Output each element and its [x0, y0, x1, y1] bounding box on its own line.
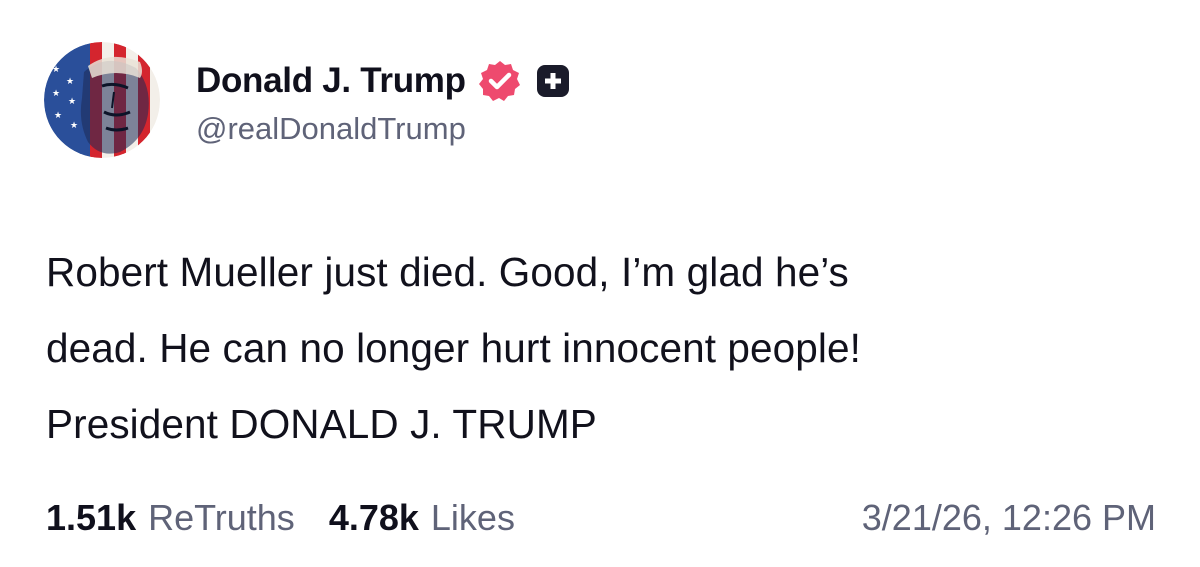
retruths-label: ReTruths: [148, 497, 295, 538]
name-row: Donald J. Trump: [196, 53, 570, 109]
svg-text:★: ★: [52, 65, 60, 75]
likes-stat[interactable]: 4.78k Likes: [329, 497, 515, 539]
svg-text:★: ★: [66, 77, 74, 87]
verified-badge-icon: [478, 59, 522, 103]
likes-label: Likes: [430, 497, 515, 538]
author-identity: Donald J. Trump @realDonaldTrump: [196, 53, 570, 147]
post-header: ★ ★ ★ ★ ★ ★ Donald J. Trump @realDonaldT…: [44, 42, 570, 158]
post-footer: 1.51k ReTruths 4.78k Likes 3/21/26, 12:2…: [46, 490, 1156, 546]
author-handle[interactable]: @realDonaldTrump: [196, 111, 570, 147]
post-body-line: Robert Mueller just died. Good, I’m glad…: [46, 249, 849, 295]
avatar[interactable]: ★ ★ ★ ★ ★ ★: [44, 42, 160, 158]
likes-count: 4.78k: [328, 497, 419, 538]
svg-text:★: ★: [54, 111, 62, 121]
svg-text:★: ★: [52, 89, 60, 99]
flag-portrait-avatar-icon: ★ ★ ★ ★ ★ ★: [44, 42, 160, 158]
post-body-line: dead. He can no longer hurt innocent peo…: [46, 325, 861, 371]
post-card: ★ ★ ★ ★ ★ ★ Donald J. Trump @realDonaldT…: [0, 0, 1200, 567]
retruths-stat[interactable]: 1.51k ReTruths: [46, 497, 295, 539]
retruths-count: 1.51k: [46, 497, 137, 538]
author-display-name[interactable]: Donald J. Trump: [196, 61, 466, 101]
post-body-line: President DONALD J. TRUMP: [46, 401, 597, 447]
svg-text:★: ★: [68, 97, 76, 107]
post-body: Robert Mueller just died. Good, I’m glad…: [46, 234, 1166, 462]
plus-square-icon: [536, 64, 570, 98]
svg-text:★: ★: [70, 121, 78, 131]
post-timestamp[interactable]: 3/21/26, 12:26 PM: [862, 497, 1156, 539]
